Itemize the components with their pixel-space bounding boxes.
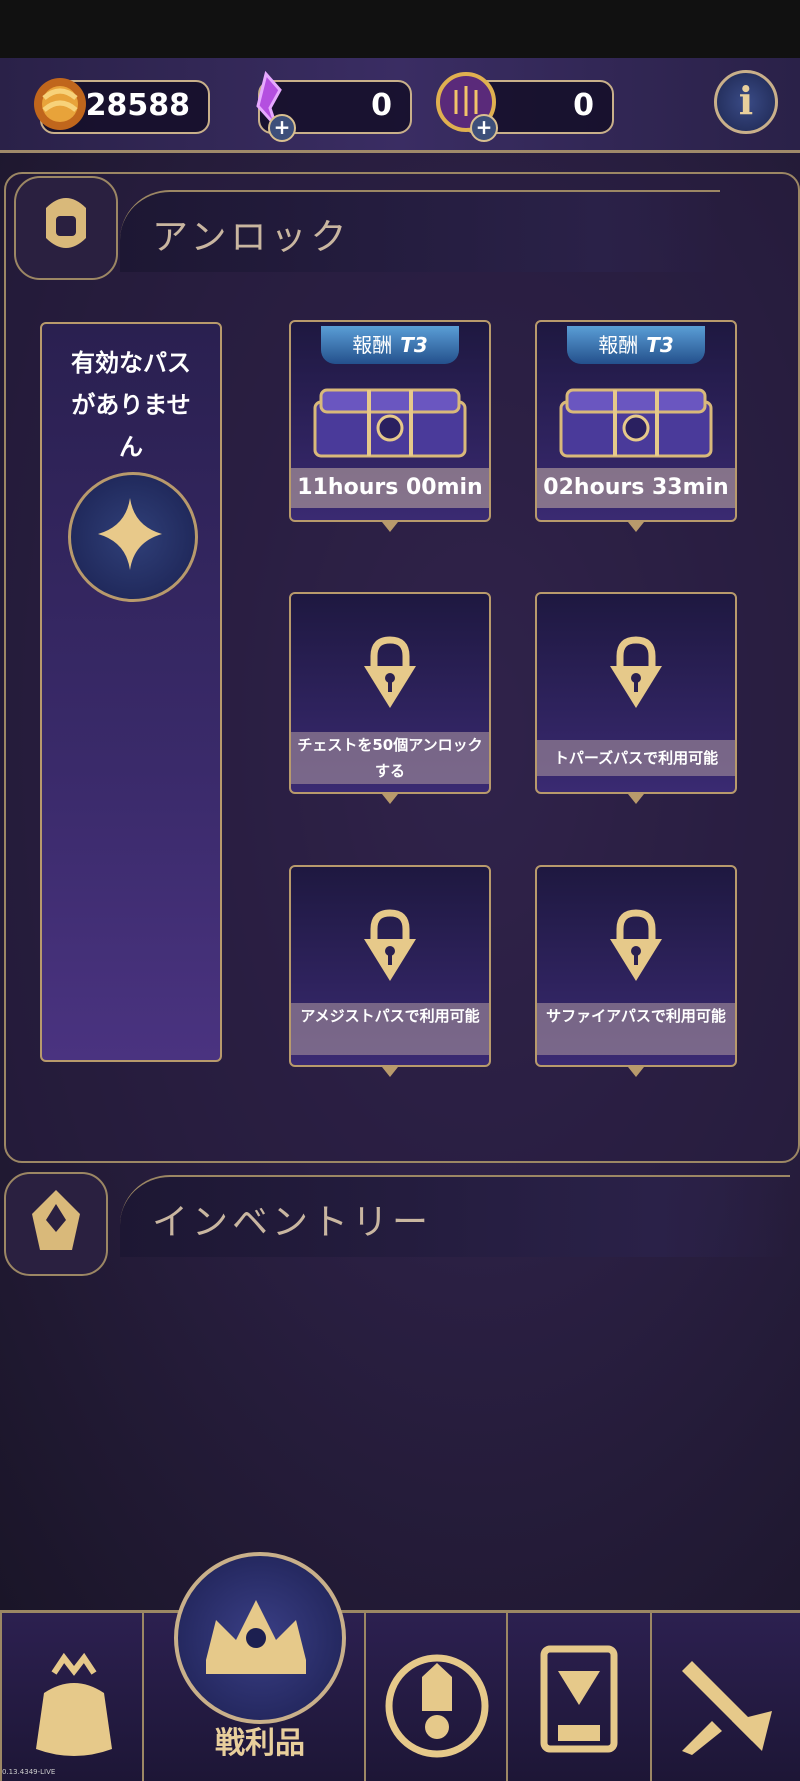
info-button[interactable]: i xyxy=(714,70,778,134)
nav-champion[interactable] xyxy=(364,1613,508,1781)
chest-timer: 02hours 33min xyxy=(537,468,735,508)
card-pointer xyxy=(628,794,644,804)
lock-condition: サファイアパスで利用可能 xyxy=(537,1003,735,1055)
loot-bag-icon xyxy=(36,1653,112,1756)
version-text: 0.13.4349-LIVE xyxy=(2,1768,56,1776)
token-amount: 0 xyxy=(573,88,594,123)
chest-slot-1[interactable]: 報酬 T3 11hours 00min xyxy=(289,320,491,532)
reward-tag: 報酬 T3 xyxy=(321,326,459,364)
card-pointer xyxy=(628,522,644,532)
crown-icon xyxy=(206,1600,306,1674)
lock-condition: アメジストパスで利用可能 xyxy=(291,1003,489,1055)
lock-icon xyxy=(364,636,416,708)
add-pass-button[interactable] xyxy=(68,472,198,602)
battle-icon xyxy=(682,1661,772,1755)
gold-coin-icon xyxy=(34,78,86,130)
chest-timer: 11hours 00min xyxy=(291,468,489,508)
add-token-button[interactable]: + xyxy=(470,114,498,142)
reward-tier: T3 xyxy=(400,333,428,357)
inventory-header: インベントリー xyxy=(120,1175,790,1257)
reward-label: 報酬 xyxy=(598,333,639,357)
unlock-header: アンロック xyxy=(120,190,720,272)
locked-slot-3[interactable]: アメジストパスで利用可能 xyxy=(289,865,491,1077)
nav-cards[interactable] xyxy=(506,1613,652,1781)
gem-amount: 0 xyxy=(371,88,392,123)
nav-loot-active-button[interactable] xyxy=(174,1552,346,1724)
card-pointer xyxy=(628,1067,644,1077)
nav-loot-bag[interactable] xyxy=(0,1613,144,1781)
locked-slot-4[interactable]: サファイアパスで利用可能 xyxy=(535,865,737,1077)
status-bar xyxy=(0,0,800,58)
bottom-navigation xyxy=(0,1610,800,1781)
lock-icon xyxy=(610,909,662,981)
lock-condition: チェストを50個アンロックする xyxy=(291,732,489,784)
chest-icon xyxy=(313,388,467,458)
lock-condition: トパーズパスで利用可能 xyxy=(537,740,735,776)
lock-icon xyxy=(364,909,416,981)
lock-icon xyxy=(610,636,662,708)
gold-amount: 28588 xyxy=(85,88,190,123)
inventory-badge-icon xyxy=(4,1172,108,1276)
plus-icon xyxy=(98,498,162,570)
chest-icon xyxy=(559,388,713,458)
unlock-badge-icon xyxy=(14,176,118,280)
nav-loot-label: 戦利品 xyxy=(215,1726,305,1761)
active-pass-panel: 有効なパスがありません xyxy=(40,322,222,1062)
no-pass-text: 有効なパスがありません xyxy=(71,349,191,461)
locked-slot-2[interactable]: トパーズパスで利用可能 xyxy=(535,592,737,804)
card-pointer xyxy=(382,794,398,804)
reward-tier: T3 xyxy=(646,333,674,357)
inventory-title: インベントリー xyxy=(152,1202,433,1243)
locked-slot-1[interactable]: チェストを50個アンロックする xyxy=(289,592,491,804)
reward-label: 報酬 xyxy=(352,333,393,357)
nav-battle[interactable] xyxy=(650,1613,800,1781)
chest-slot-2[interactable]: 報酬 T3 02hours 33min xyxy=(535,320,737,532)
card-pointer xyxy=(382,1067,398,1077)
card-pointer xyxy=(382,522,398,532)
currency-bar: 28588 0 + 0 + xyxy=(0,58,800,153)
champion-icon xyxy=(385,1654,489,1758)
reward-tag: 報酬 T3 xyxy=(567,326,705,364)
card-icon xyxy=(540,1645,618,1753)
unlock-title: アンロック xyxy=(152,217,351,258)
add-gem-button[interactable]: + xyxy=(268,114,296,142)
